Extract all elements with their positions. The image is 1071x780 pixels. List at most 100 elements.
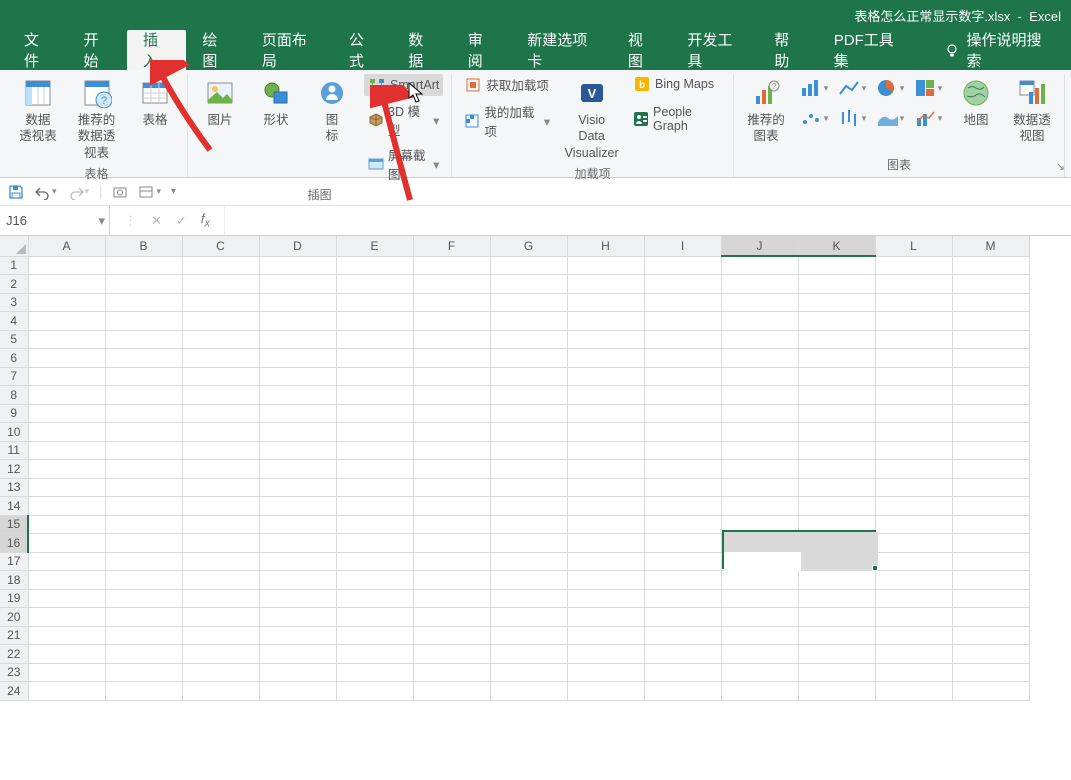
- cell[interactable]: [490, 682, 567, 701]
- tab-insert[interactable]: 插入: [127, 30, 186, 70]
- worksheet-grid[interactable]: ABCDEFGHIJKLM 12345678910111213141516171…: [0, 236, 1071, 780]
- cell[interactable]: [875, 682, 952, 701]
- cell[interactable]: [567, 330, 644, 349]
- cell[interactable]: [875, 497, 952, 516]
- cell[interactable]: [413, 386, 490, 405]
- cell[interactable]: [798, 386, 875, 405]
- cell[interactable]: [490, 330, 567, 349]
- cell[interactable]: [721, 682, 798, 701]
- tab-formulas[interactable]: 公式: [333, 30, 392, 70]
- cell[interactable]: [875, 460, 952, 479]
- cell[interactable]: [336, 256, 413, 275]
- cell[interactable]: [875, 663, 952, 682]
- column-header[interactable]: J: [721, 236, 798, 256]
- cell[interactable]: [952, 663, 1029, 682]
- cell[interactable]: [490, 534, 567, 553]
- cell[interactable]: [875, 608, 952, 627]
- shapes-button[interactable]: 形状: [252, 74, 300, 130]
- cell[interactable]: [721, 367, 798, 386]
- 3d-model-button[interactable]: 3D 模型▾: [364, 100, 443, 140]
- row-header[interactable]: 14: [0, 497, 28, 516]
- cell[interactable]: [952, 608, 1029, 627]
- row-header[interactable]: 24: [0, 682, 28, 701]
- cell[interactable]: [413, 608, 490, 627]
- cell[interactable]: [875, 367, 952, 386]
- cell[interactable]: [28, 441, 105, 460]
- cell[interactable]: [490, 497, 567, 516]
- cell[interactable]: [721, 423, 798, 442]
- column-chart-button[interactable]: ▾: [798, 74, 830, 102]
- cell[interactable]: [336, 682, 413, 701]
- cell[interactable]: [644, 571, 721, 590]
- cell[interactable]: [28, 460, 105, 479]
- cell[interactable]: [721, 441, 798, 460]
- cell[interactable]: [28, 423, 105, 442]
- cell[interactable]: [798, 275, 875, 294]
- cell[interactable]: [875, 293, 952, 312]
- cell[interactable]: [105, 571, 182, 590]
- cell[interactable]: [413, 423, 490, 442]
- cell[interactable]: [875, 645, 952, 664]
- cell[interactable]: [875, 312, 952, 331]
- row-header[interactable]: 13: [0, 478, 28, 497]
- cell[interactable]: [644, 256, 721, 275]
- cell[interactable]: [875, 552, 952, 571]
- cell[interactable]: [28, 349, 105, 368]
- cell[interactable]: [105, 608, 182, 627]
- cell[interactable]: [567, 663, 644, 682]
- cell[interactable]: [490, 349, 567, 368]
- pictures-button[interactable]: 图片: [196, 74, 244, 130]
- cell[interactable]: [336, 663, 413, 682]
- cell[interactable]: [567, 515, 644, 534]
- cell[interactable]: [952, 497, 1029, 516]
- cell[interactable]: [105, 497, 182, 516]
- fx-button[interactable]: fx: [201, 211, 210, 230]
- row-header[interactable]: 10: [0, 423, 28, 442]
- tab-home[interactable]: 开始: [67, 30, 126, 70]
- column-header[interactable]: K: [798, 236, 875, 256]
- cell[interactable]: [567, 626, 644, 645]
- row-header[interactable]: 8: [0, 386, 28, 405]
- cell[interactable]: [336, 608, 413, 627]
- cell[interactable]: [105, 441, 182, 460]
- cell[interactable]: [259, 645, 336, 664]
- cell[interactable]: [952, 441, 1029, 460]
- cell[interactable]: [490, 386, 567, 405]
- icons-button[interactable]: 图 标: [308, 74, 356, 147]
- cell[interactable]: [952, 682, 1029, 701]
- ribbon-dialog-launcher[interactable]: ↘: [1056, 160, 1065, 173]
- cell[interactable]: [798, 589, 875, 608]
- cell[interactable]: [105, 515, 182, 534]
- cell[interactable]: [644, 404, 721, 423]
- cell[interactable]: [644, 552, 721, 571]
- cell[interactable]: [182, 441, 259, 460]
- cell[interactable]: [721, 275, 798, 294]
- cell[interactable]: [567, 645, 644, 664]
- cell[interactable]: [798, 404, 875, 423]
- cell[interactable]: [567, 571, 644, 590]
- cell[interactable]: [182, 515, 259, 534]
- cell[interactable]: [28, 497, 105, 516]
- cell[interactable]: [875, 571, 952, 590]
- column-header[interactable]: B: [105, 236, 182, 256]
- row-header[interactable]: 22: [0, 645, 28, 664]
- cell[interactable]: [567, 441, 644, 460]
- recommended-pivot-button[interactable]: ? 推荐的 数据透视表: [70, 74, 123, 163]
- cell[interactable]: [413, 589, 490, 608]
- cell[interactable]: [259, 423, 336, 442]
- cell[interactable]: [798, 349, 875, 368]
- cell[interactable]: [952, 645, 1029, 664]
- cell[interactable]: [413, 404, 490, 423]
- cell[interactable]: [644, 367, 721, 386]
- cell[interactable]: [413, 441, 490, 460]
- cell[interactable]: [952, 478, 1029, 497]
- qat-customize-button[interactable]: ▾: [171, 186, 176, 197]
- cell[interactable]: [259, 608, 336, 627]
- tab-data[interactable]: 数据: [392, 30, 451, 70]
- row-header[interactable]: 6: [0, 349, 28, 368]
- cell[interactable]: [105, 478, 182, 497]
- cell[interactable]: [182, 275, 259, 294]
- cell[interactable]: [644, 293, 721, 312]
- cell[interactable]: [798, 312, 875, 331]
- treemap-chart-button[interactable]: ▾: [912, 74, 944, 102]
